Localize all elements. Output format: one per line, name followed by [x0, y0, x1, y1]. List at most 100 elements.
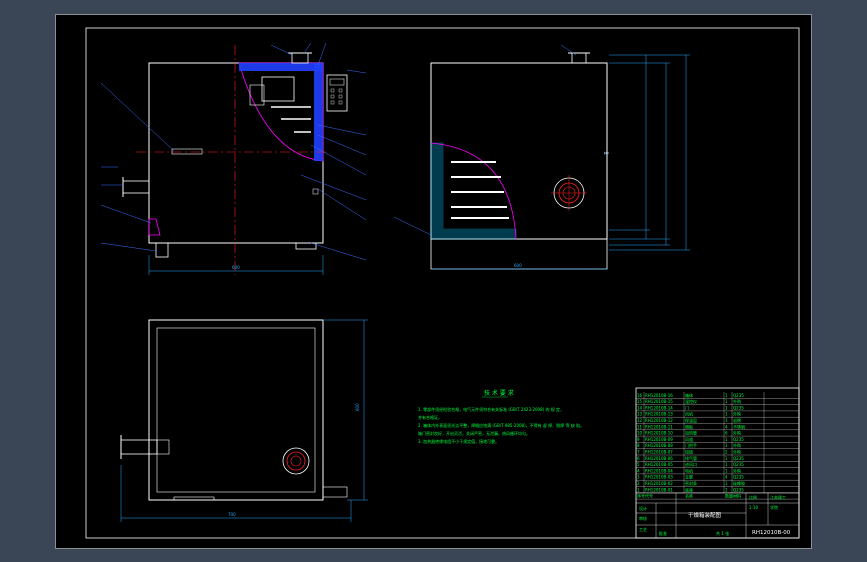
parts-cell-no: 8: [637, 443, 640, 448]
parts-list: 16 RH12010B-16 箱体 1 Q23515 RH12010B-15 温控仪 1 外购1…: [636, 392, 799, 500]
parts-cell-qty: 1: [725, 481, 728, 486]
parts-cell-material: 外购: [733, 449, 741, 455]
parts-cell-no: 3: [637, 475, 640, 480]
temperature-display: [329, 78, 345, 86]
front-width-label: 600: [232, 265, 240, 270]
screw: [312, 188, 319, 195]
company-line: 江苏理工: [770, 494, 786, 500]
notes-heading: 技 术 要 求: [484, 389, 514, 397]
parts-cell-no: 7: [637, 450, 640, 455]
parts-cell-material: Q235: [733, 456, 744, 461]
top-body-outline: [148, 319, 324, 501]
parts-cell-code: RH12010B-07: [645, 450, 673, 455]
parts-cell-name: 风道: [685, 436, 693, 442]
parts-cell-material: 外购: [733, 467, 741, 473]
parts-cell-code: RH12010B-14: [645, 405, 673, 410]
parts-cell-qty: 1: [725, 405, 728, 410]
parts-cell-code: RH12010B-08: [645, 443, 673, 448]
parts-cell-name: 铰链: [685, 449, 693, 455]
sign-row-label: 批准: [659, 530, 667, 536]
parts-cell-code: RH12010B-09: [645, 437, 673, 442]
drawing-number: RH12010B-00: [752, 530, 791, 536]
company-line: 学院: [770, 504, 778, 510]
top-inlet-connector: [156, 439, 170, 455]
parts-cell-name: 风机: [685, 411, 693, 417]
parts-cell-name: 支脚: [685, 474, 693, 480]
front-view: 600: [100, 42, 367, 275]
parts-cell-code: RH12010B-05: [645, 462, 673, 467]
parts-cell-no: 序号: [637, 493, 645, 499]
parts-cell-code: RH12010B-06: [645, 456, 673, 461]
parts-cell-qty: 1: [725, 399, 728, 404]
parts-cell-name: 保温层: [685, 417, 697, 423]
heater-zone-arc: [238, 62, 324, 162]
parts-cell-material: Q235: [733, 487, 744, 492]
parts-cell-no: 14: [637, 405, 643, 410]
leader-line: [300, 174, 367, 201]
cad-drawing: 600 H 600 700 600 技 术 要 求 1. 零部件须经检验合格，电…: [85, 27, 800, 539]
fan-motor: [261, 76, 295, 102]
parts-cell-material: 硅橡胶: [733, 480, 745, 486]
leader-line: [270, 44, 293, 56]
hinge: [148, 218, 161, 236]
panel-button: [330, 88, 335, 93]
parts-cell-qty: 1: [725, 418, 728, 423]
parts-cell-name: 温控仪: [685, 398, 697, 404]
parts-cell-material: Q235: [733, 475, 744, 480]
parts-cell-code: RH12010B-12: [645, 418, 673, 423]
panel-button: [338, 94, 343, 99]
parts-cell-name: 电机: [685, 467, 693, 473]
parts-cell-code: RH12010B-02: [645, 481, 673, 486]
front-insulation-top: [239, 63, 323, 71]
top-inner-outline: [156, 327, 316, 493]
parts-cell-material: 岩棉: [733, 417, 741, 423]
parts-cell-name: 门: [685, 404, 689, 410]
leader-line: [393, 216, 432, 236]
exhaust-pipe: [291, 52, 309, 64]
parts-cell-name: 名称: [685, 493, 693, 499]
drawing-sheet: 600 H 600 700 600 技 术 要 求 1. 零部件须经检验合格，电…: [55, 14, 812, 549]
parts-cell-material: Q235: [733, 393, 744, 398]
parts-cell-material: Q235: [733, 405, 744, 410]
note-line: 1. 零部件须经检验合格，电气元件须符合有关标准 (GB/T 2423-2008…: [418, 406, 564, 412]
parts-cell-code: RH12010B-13: [645, 412, 673, 417]
parts-cell-name: 进风口: [685, 461, 697, 467]
sheet-count: 共 1 张: [716, 530, 729, 536]
parts-cell-qty: 2: [725, 450, 728, 455]
top-exhaust-core: [290, 455, 302, 467]
parts-cell-name: 排气管: [685, 455, 697, 461]
parts-cell-name: 门把手: [685, 442, 697, 448]
parts-cell-no: 15: [637, 399, 643, 404]
top-height-label: 600: [355, 403, 360, 411]
parts-cell-material: 外购: [733, 398, 741, 404]
top-inlet-pipe: [120, 439, 158, 455]
parts-cell-qty: 1: [725, 456, 728, 461]
sign-row-label: 设计: [639, 505, 647, 511]
drawing-title: 干燥箱装配图: [688, 511, 722, 519]
door-handle: [171, 148, 203, 155]
note-line: 并有合格证。: [418, 414, 442, 420]
leader-line: [317, 188, 367, 221]
parts-cell-code: RH12010B-10: [645, 431, 673, 436]
foot: [295, 242, 317, 250]
leader-line: [317, 42, 327, 66]
parts-cell-qty: 1: [725, 487, 728, 492]
parts-cell-name: 底座: [685, 486, 693, 492]
side-height-label: H: [604, 151, 607, 156]
parts-cell-code: RH12010B-16: [645, 393, 673, 398]
note-line: 3. 加热器绝缘电阻不小于规定值，接地可靠。: [418, 438, 499, 444]
title-block: 16 RH12010B-16 箱体 1 Q23515 RH12010B-15 温控仪 1 外购1…: [635, 387, 800, 539]
parts-cell-no: 12: [637, 418, 643, 423]
parts-cell-name: 密封条: [685, 480, 697, 486]
parts-cell-qty: 6: [725, 431, 728, 436]
parts-cell-code: RH12010B-01: [645, 487, 673, 492]
side-exhaust: [571, 52, 587, 64]
panel-button: [338, 88, 343, 93]
top-control-box: [322, 486, 348, 498]
parts-cell-no: 2: [637, 481, 640, 486]
parts-cell-qty: 1: [725, 462, 728, 467]
leader-line: [100, 204, 152, 224]
parts-cell-code: RH12010B-11: [645, 424, 673, 429]
parts-cell-qty: 1: [725, 468, 728, 473]
leader-line: [346, 69, 367, 74]
